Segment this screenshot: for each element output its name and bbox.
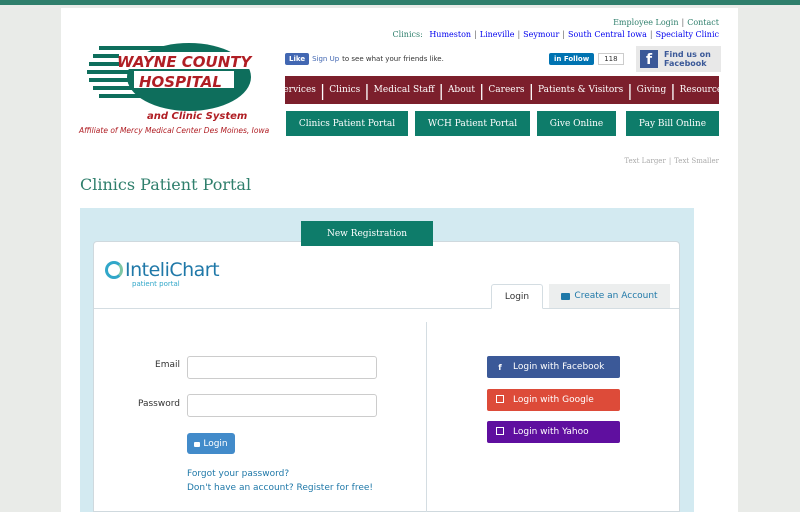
logo-line2: HOSPITAL bbox=[139, 73, 222, 91]
login-with-facebook-label: Login with Facebook bbox=[513, 362, 605, 372]
page-title: Clinics Patient Portal bbox=[80, 175, 252, 194]
intelichart-subtitle: patient portal bbox=[132, 280, 180, 288]
nav-services[interactable]: Services bbox=[277, 85, 316, 95]
password-field[interactable] bbox=[187, 394, 377, 417]
login-with-google-button[interactable]: Login with Google bbox=[487, 389, 620, 411]
page-container: WAYNE COUNTY HOSPITAL and Clinic System … bbox=[61, 8, 738, 512]
tab-divider bbox=[94, 308, 679, 309]
login-with-google-label: Login with Google bbox=[513, 395, 594, 405]
logo-line1: WAYNE COUNTY bbox=[117, 53, 252, 71]
tab-create-account-label: Create an Account bbox=[574, 291, 658, 301]
tab-login[interactable]: Login bbox=[491, 284, 543, 309]
intelichart-brand: InteliChart bbox=[125, 259, 220, 281]
facebook-icon: f bbox=[640, 50, 658, 68]
find-us-on-facebook-button[interactable]: f Find us on Facebook bbox=[636, 46, 721, 72]
employee-login-link[interactable]: Employee Login bbox=[613, 18, 678, 27]
facebook-find-line2: Facebook bbox=[664, 59, 707, 68]
google-icon bbox=[493, 395, 507, 405]
linkedin-follow-label: Follow bbox=[563, 55, 590, 63]
login-button-label: Login bbox=[203, 438, 228, 449]
contact-link[interactable]: Contact bbox=[687, 18, 719, 27]
clinic-link-seymour[interactable]: Seymour bbox=[523, 30, 559, 39]
yahoo-icon bbox=[493, 427, 507, 437]
login-button[interactable]: Login bbox=[187, 433, 235, 454]
text-size-controls: Text Larger | Text Smaller bbox=[624, 157, 719, 165]
password-label: Password bbox=[137, 399, 180, 409]
lock-icon bbox=[194, 442, 201, 447]
top-accent-bar bbox=[0, 0, 800, 5]
tab-create-account[interactable]: Create an Account bbox=[549, 284, 670, 308]
clinic-link-south-central-iowa[interactable]: South Central Iowa bbox=[568, 30, 647, 39]
clinics-patient-portal-button[interactable]: Clinics Patient Portal bbox=[286, 111, 408, 136]
nav-giving[interactable]: Giving bbox=[637, 85, 667, 95]
register-link[interactable]: Don't have an account? Register for free… bbox=[187, 483, 373, 493]
nav-careers[interactable]: Careers bbox=[488, 85, 524, 95]
facebook-signup-link[interactable]: Sign Up bbox=[312, 55, 339, 63]
clinics-links: Clinics: Humeston | Lineville | Seymour | Sout… bbox=[392, 30, 719, 39]
clinic-link-specialty[interactable]: Specialty Clinic bbox=[656, 30, 719, 39]
wch-patient-portal-button[interactable]: WCH Patient Portal bbox=[415, 111, 530, 136]
linkedin-follow-button[interactable]: in Follow bbox=[549, 53, 595, 65]
clinics-label: Clinics: bbox=[392, 30, 423, 39]
new-registration-button[interactable]: New Registration bbox=[301, 221, 433, 246]
utility-links: Employee Login | Contact bbox=[613, 18, 719, 27]
login-with-facebook-button[interactable]: f Login with Facebook bbox=[487, 356, 620, 378]
facebook-like-button[interactable]: Like bbox=[285, 53, 310, 65]
nav-clinics[interactable]: Clinics bbox=[329, 85, 360, 95]
clinic-link-humeston[interactable]: Humeston bbox=[429, 30, 471, 39]
nav-patients-visitors[interactable]: Patients & Visitors bbox=[538, 85, 623, 95]
logo-affiliate: Affiliate of Mercy Medical Center Des Mo… bbox=[79, 126, 270, 135]
vertical-divider bbox=[426, 322, 427, 512]
linkedin-follower-count: 118 bbox=[598, 53, 624, 65]
email-field[interactable] bbox=[187, 356, 377, 379]
nav-resources[interactable]: Resources bbox=[680, 85, 727, 95]
main-nav: Services | Clinics | Medical Staff | About |… bbox=[277, 76, 727, 104]
linkedin-follow-widget: in Follow 118 bbox=[549, 53, 624, 65]
logo-line3: and Clinic System bbox=[147, 111, 248, 122]
nav-medical-staff[interactable]: Medical Staff bbox=[374, 85, 435, 95]
facebook-like-widget: Like Sign Up to see what your friends li… bbox=[285, 53, 444, 65]
forgot-password-link[interactable]: Forgot your password? bbox=[187, 469, 289, 479]
give-online-button[interactable]: Give Online bbox=[537, 111, 616, 136]
email-label: Email bbox=[155, 360, 180, 370]
text-larger-link[interactable]: Text Larger bbox=[624, 157, 665, 165]
hospital-logo[interactable]: WAYNE COUNTY HOSPITAL and Clinic System … bbox=[79, 32, 269, 142]
facebook-like-text: to see what your friends like. bbox=[342, 55, 444, 63]
tab-login-label: Login bbox=[504, 291, 530, 302]
facebook-like-label: Like bbox=[289, 55, 306, 63]
nav-about[interactable]: About bbox=[448, 85, 475, 95]
clinic-link-lineville[interactable]: Lineville bbox=[480, 30, 515, 39]
pay-bill-online-button[interactable]: Pay Bill Online bbox=[626, 111, 719, 136]
intelichart-logo-icon bbox=[105, 261, 123, 279]
facebook-icon: f bbox=[498, 362, 502, 372]
intelichart-logo: InteliChart bbox=[105, 259, 220, 281]
login-with-yahoo-label: Login with Yahoo bbox=[513, 427, 589, 437]
briefcase-icon bbox=[561, 292, 571, 300]
login-with-yahoo-button[interactable]: Login with Yahoo bbox=[487, 421, 620, 443]
text-smaller-link[interactable]: Text Smaller bbox=[674, 157, 719, 165]
facebook-find-line1: Find us on bbox=[664, 50, 711, 59]
